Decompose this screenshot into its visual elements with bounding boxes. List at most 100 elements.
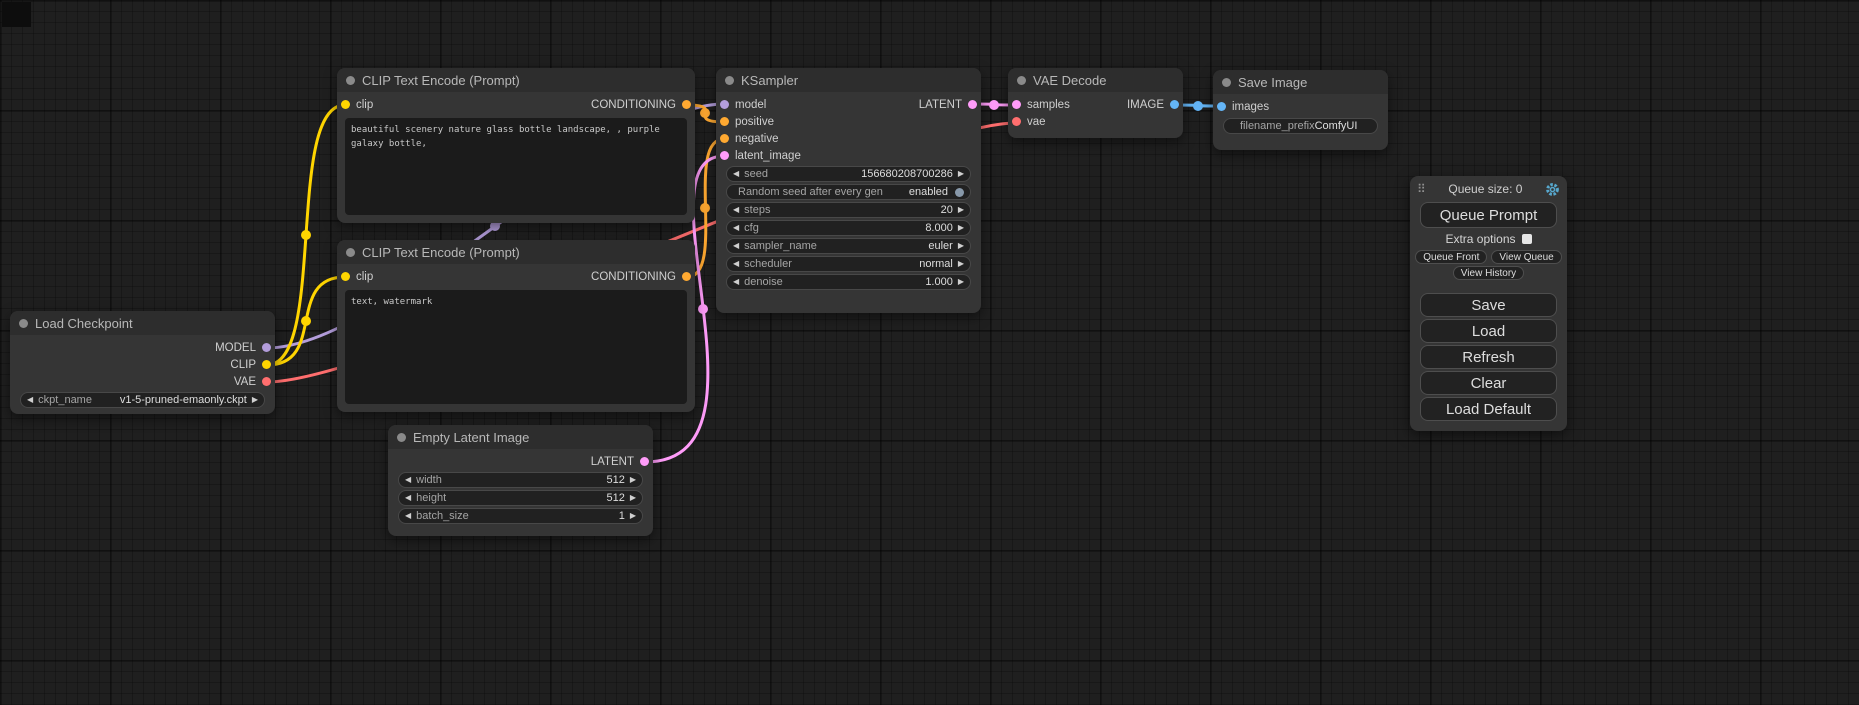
increment-arrow-icon[interactable]: ▶ <box>958 278 964 286</box>
widget-ckpt-name[interactable]: ◀ ckpt_name v1-5-pruned-emaonly.ckpt ▶ <box>20 392 265 408</box>
clear-button[interactable]: Clear <box>1420 371 1557 395</box>
increment-arrow-icon[interactable]: ▶ <box>252 396 258 404</box>
widget-filename-prefix[interactable]: filename_prefix ComfyUI <box>1223 118 1378 134</box>
increment-arrow-icon[interactable]: ▶ <box>958 224 964 232</box>
decrement-arrow-icon[interactable]: ◀ <box>733 278 739 286</box>
node-clip-text-encode-negative[interactable]: CLIP Text Encode (Prompt) clip CONDITION… <box>337 240 695 412</box>
node-title-bar[interactable]: CLIP Text Encode (Prompt) <box>337 68 695 92</box>
decrement-arrow-icon[interactable]: ◀ <box>27 396 33 404</box>
increment-arrow-icon[interactable]: ▶ <box>958 242 964 250</box>
decrement-arrow-icon[interactable]: ◀ <box>733 242 739 250</box>
node-title-bar[interactable]: KSampler <box>716 68 981 92</box>
node-ksampler[interactable]: KSampler model LATENT positive <box>716 68 981 313</box>
collapse-dot-icon[interactable] <box>1222 78 1231 87</box>
input-slot-model[interactable] <box>720 100 729 109</box>
input-slot-images[interactable] <box>1217 102 1226 111</box>
wire-midpoint-latent-samples <box>989 100 999 110</box>
increment-arrow-icon[interactable]: ▶ <box>958 206 964 214</box>
decrement-arrow-icon[interactable]: ◀ <box>733 224 739 232</box>
input-slot-vae[interactable] <box>1012 117 1021 126</box>
view-history-button[interactable]: View History <box>1453 266 1524 280</box>
output-slot-vae[interactable] <box>262 377 271 386</box>
node-empty-latent-image[interactable]: Empty Latent Image LATENT ◀ width 512 ▶ … <box>388 425 653 536</box>
widget-cfg[interactable]: ◀ cfg 8.000 ▶ <box>726 220 971 236</box>
output-label-model: MODEL <box>215 342 256 354</box>
decrement-arrow-icon[interactable]: ◀ <box>733 170 739 178</box>
queue-front-button[interactable]: Queue Front <box>1415 250 1487 264</box>
decrement-arrow-icon[interactable]: ◀ <box>733 206 739 214</box>
load-button[interactable]: Load <box>1420 319 1557 343</box>
input-label-vae: vae <box>1027 116 1046 128</box>
node-title-bar[interactable]: Save Image <box>1213 70 1388 94</box>
prompt-textarea[interactable]: beautiful scenery nature glass bottle la… <box>345 118 687 215</box>
node-title-bar[interactable]: CLIP Text Encode (Prompt) <box>337 240 695 264</box>
node-clip-text-encode-positive[interactable]: CLIP Text Encode (Prompt) clip CONDITION… <box>337 68 695 223</box>
collapse-dot-icon[interactable] <box>346 76 355 85</box>
increment-arrow-icon[interactable]: ▶ <box>958 260 964 268</box>
collapse-dot-icon[interactable] <box>725 76 734 85</box>
input-slot-positive[interactable] <box>720 117 729 126</box>
node-load-checkpoint[interactable]: Load Checkpoint MODEL CLIP VAE <box>10 311 275 414</box>
extra-options-checkbox[interactable] <box>1522 234 1532 244</box>
node-vae-decode[interactable]: VAE Decode samples IMAGE vae <box>1008 68 1183 138</box>
node-canvas[interactable]: Load Checkpoint MODEL CLIP VAE <box>0 0 1859 705</box>
input-label-latent-image: latent_image <box>735 150 801 162</box>
widget-name: height <box>416 492 446 504</box>
output-slot-conditioning[interactable] <box>682 272 691 281</box>
increment-arrow-icon[interactable]: ▶ <box>630 512 636 520</box>
input-slot-samples[interactable] <box>1012 100 1021 109</box>
view-queue-button[interactable]: View Queue <box>1491 250 1561 264</box>
output-label-latent: LATENT <box>591 456 634 468</box>
queue-panel-header: ⠿ Queue size: 0 <box>1410 176 1567 200</box>
output-slot-clip[interactable] <box>262 360 271 369</box>
load-default-button[interactable]: Load Default <box>1420 397 1557 421</box>
output-slot-latent[interactable] <box>640 457 649 466</box>
input-slot-clip[interactable] <box>341 100 350 109</box>
collapse-dot-icon[interactable] <box>346 248 355 257</box>
widget-value: v1-5-pruned-emaonly.ckpt <box>120 394 247 406</box>
widget-batch-size[interactable]: ◀ batch_size 1 ▶ <box>398 508 643 524</box>
widget-scheduler[interactable]: ◀ scheduler normal ▶ <box>726 256 971 272</box>
widget-name: seed <box>744 168 768 180</box>
node-title: KSampler <box>741 73 798 88</box>
output-slot-image[interactable] <box>1170 100 1179 109</box>
increment-arrow-icon[interactable]: ▶ <box>958 170 964 178</box>
decrement-arrow-icon[interactable]: ◀ <box>405 512 411 520</box>
collapse-dot-icon[interactable] <box>397 433 406 442</box>
output-slot-conditioning[interactable] <box>682 100 691 109</box>
widget-height[interactable]: ◀ height 512 ▶ <box>398 490 643 506</box>
refresh-button[interactable]: Refresh <box>1420 345 1557 369</box>
widget-steps[interactable]: ◀ steps 20 ▶ <box>726 202 971 218</box>
decrement-arrow-icon[interactable]: ◀ <box>733 260 739 268</box>
drag-handle-icon[interactable]: ⠿ <box>1417 182 1426 196</box>
collapse-dot-icon[interactable] <box>19 319 28 328</box>
increment-arrow-icon[interactable]: ▶ <box>630 494 636 502</box>
output-slot-latent[interactable] <box>968 100 977 109</box>
prompt-textarea[interactable]: text, watermark <box>345 290 687 404</box>
decrement-arrow-icon[interactable]: ◀ <box>405 476 411 484</box>
widget-seed[interactable]: ◀ seed 156680208700286 ▶ <box>726 166 971 182</box>
decrement-arrow-icon[interactable]: ◀ <box>405 494 411 502</box>
collapse-dot-icon[interactable] <box>1017 76 1026 85</box>
input-slot-latent-image[interactable] <box>720 151 729 160</box>
widget-width[interactable]: ◀ width 512 ▶ <box>398 472 643 488</box>
output-label-vae: VAE <box>234 376 256 388</box>
node-title-bar[interactable]: Load Checkpoint <box>10 311 275 335</box>
increment-arrow-icon[interactable]: ▶ <box>630 476 636 484</box>
node-save-image[interactable]: Save Image images filename_prefix ComfyU… <box>1213 70 1388 150</box>
toggle-on-indicator[interactable] <box>955 188 964 197</box>
wire-midpoint-clip-negative <box>301 316 311 326</box>
node-title-bar[interactable]: VAE Decode <box>1008 68 1183 92</box>
widget-value: 20 <box>941 204 953 216</box>
node-title: Empty Latent Image <box>413 430 529 445</box>
settings-gear-icon[interactable] <box>1545 182 1560 197</box>
queue-prompt-button[interactable]: Queue Prompt <box>1420 202 1557 228</box>
output-slot-model[interactable] <box>262 343 271 352</box>
input-slot-negative[interactable] <box>720 134 729 143</box>
widget-denoise[interactable]: ◀ denoise 1.000 ▶ <box>726 274 971 290</box>
widget-random-seed-toggle[interactable]: Random seed after every gen enabled <box>726 184 971 200</box>
widget-sampler-name[interactable]: ◀ sampler_name euler ▶ <box>726 238 971 254</box>
node-title-bar[interactable]: Empty Latent Image <box>388 425 653 449</box>
input-slot-clip[interactable] <box>341 272 350 281</box>
save-button[interactable]: Save <box>1420 293 1557 317</box>
